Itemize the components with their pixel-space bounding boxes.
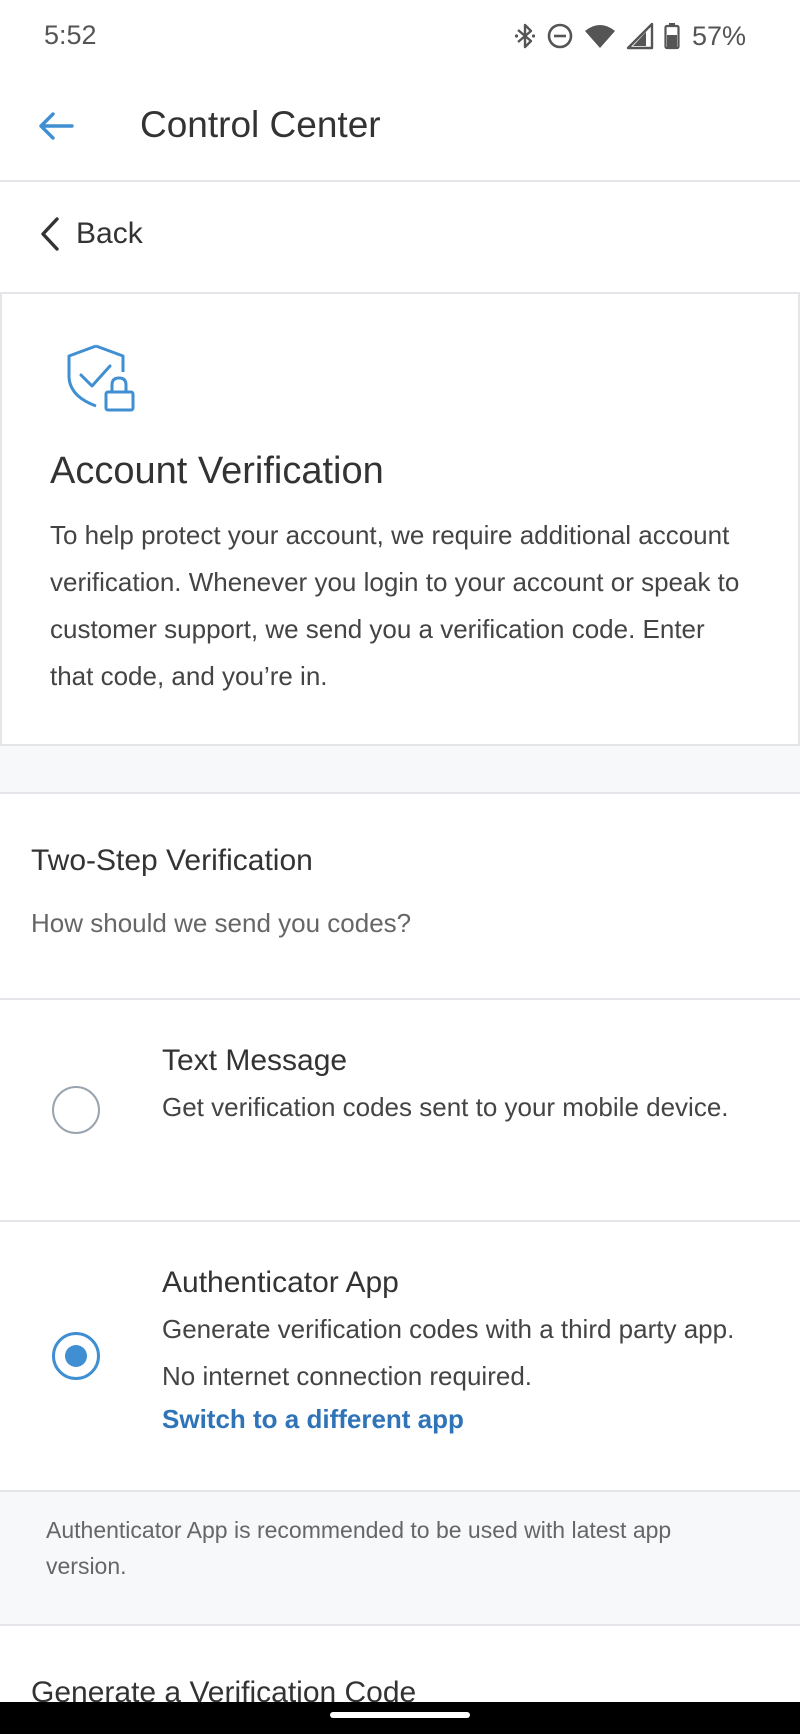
authenticator-app-description: Generate verification codes with a third… bbox=[162, 1314, 735, 1391]
bluetooth-icon bbox=[514, 23, 536, 49]
recommendation-note-text: Authenticator App is recommended to be u… bbox=[46, 1517, 672, 1579]
text-message-title: Text Message bbox=[162, 1044, 348, 1077]
option-text-message[interactable]: Text Message Get verification codes sent… bbox=[0, 1000, 800, 1222]
authenticator-app-radio[interactable] bbox=[52, 1332, 100, 1380]
back-button[interactable]: Back bbox=[38, 216, 143, 252]
account-verification-card: Account Verification To help protect you… bbox=[0, 294, 800, 746]
chevron-left-icon bbox=[41, 217, 59, 251]
battery-percent: 57% bbox=[691, 20, 746, 51]
status-bar: 5:52 57% bbox=[0, 0, 800, 72]
authenticator-app-title: Authenticator App bbox=[162, 1266, 399, 1299]
two-step-subtitle: How should we send you codes? bbox=[31, 908, 412, 938]
back-row: Back bbox=[0, 182, 800, 294]
option-authenticator-app[interactable]: Authenticator App Generate verification … bbox=[0, 1222, 800, 1492]
status-time: 5:52 bbox=[44, 20, 97, 50]
account-verification-title: Account Verification bbox=[50, 450, 384, 492]
two-step-section: Two-Step Verification How should we send… bbox=[0, 794, 800, 1000]
app-back-button[interactable] bbox=[30, 100, 82, 152]
text-message-description: Get verification codes sent to your mobi… bbox=[162, 1092, 729, 1122]
page-title: Control Center bbox=[140, 104, 381, 145]
home-gesture-handle[interactable] bbox=[330, 1712, 470, 1718]
two-step-title: Two-Step Verification bbox=[31, 844, 313, 877]
wifi-icon bbox=[584, 25, 615, 48]
do-not-disturb-icon bbox=[547, 23, 573, 49]
text-message-radio[interactable] bbox=[52, 1086, 100, 1134]
battery-icon bbox=[664, 23, 680, 50]
switch-app-link[interactable]: Switch to a different app bbox=[162, 1404, 464, 1435]
section-divider bbox=[0, 746, 800, 794]
arrow-left-icon bbox=[39, 112, 74, 140]
recommendation-note: Authenticator App is recommended to be u… bbox=[0, 1492, 800, 1626]
account-verification-description: To help protect your account, we require… bbox=[50, 520, 740, 691]
shield-lock-icon bbox=[67, 344, 135, 412]
signal-icon bbox=[626, 22, 654, 50]
back-label: Back bbox=[76, 217, 143, 250]
system-nav-bar bbox=[0, 1702, 800, 1734]
status-icons: 57% bbox=[514, 18, 746, 54]
app-bar: Control Center bbox=[0, 72, 800, 182]
